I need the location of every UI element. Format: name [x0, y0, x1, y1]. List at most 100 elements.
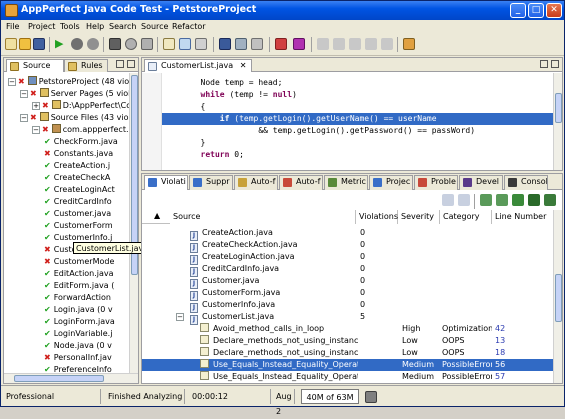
- menu-file[interactable]: File: [6, 22, 19, 31]
- tree-node[interactable]: ✔ Node.java (0 v: [44, 340, 112, 352]
- export-icon[interactable]: [480, 194, 492, 206]
- forward-icon[interactable]: [349, 38, 361, 50]
- table-row[interactable]: J CreditCardInfo.java 0: [142, 263, 553, 277]
- filter-results-icon[interactable]: [458, 194, 470, 206]
- tree-node[interactable]: ✔ EditAction.java: [44, 268, 114, 280]
- table-row[interactable]: J Customer.java 0: [142, 275, 553, 289]
- tree-node[interactable]: −✖ Source Files (43 violatio: [20, 112, 130, 124]
- refresh-icon[interactable]: [544, 194, 556, 206]
- menu-search[interactable]: Search: [109, 22, 136, 31]
- screen-icon[interactable]: [109, 38, 121, 50]
- tab-autof[interactable]: Auto-f: [279, 175, 323, 190]
- save-icon[interactable]: [33, 38, 45, 50]
- report-icon[interactable]: [275, 38, 287, 50]
- table-row[interactable]: J CreateLoginAction.java 0: [142, 251, 553, 265]
- col-violations[interactable]: Violations: [356, 210, 398, 224]
- tree-node[interactable]: −✖ com.appperfect.pe: [32, 124, 130, 136]
- tab-proble[interactable]: Proble: [414, 175, 458, 190]
- collapse-icon[interactable]: −: [20, 90, 28, 98]
- checklist-icon[interactable]: [179, 38, 191, 50]
- tree-hscrollbar[interactable]: [4, 373, 138, 383]
- results-scrollbar-thumb[interactable]: [555, 274, 562, 322]
- menu-help[interactable]: Help: [86, 22, 104, 31]
- table-row[interactable]: − J CustomerList.java 5: [142, 311, 553, 325]
- export-xml-icon[interactable]: [528, 194, 540, 206]
- monitor-icon[interactable]: [219, 38, 231, 50]
- tree-node[interactable]: ✖ Constants.java: [44, 148, 113, 160]
- tree-node[interactable]: ✔ CreateLoginAct: [44, 184, 115, 196]
- results-scrollbar[interactable]: [553, 210, 562, 383]
- tab-violati[interactable]: Violati: [144, 175, 188, 190]
- expand-icon[interactable]: +: [32, 102, 40, 110]
- edit-icon[interactable]: [163, 38, 175, 50]
- tree-node[interactable]: ✔ Customer.java: [44, 208, 111, 220]
- tab-autof[interactable]: Auto-f: [234, 175, 278, 190]
- table-row[interactable]: Declare_methods_not_using_instance_me Low…: [142, 347, 553, 359]
- tree-node[interactable]: ✔ ForwardAction: [44, 292, 111, 304]
- gem-icon[interactable]: [293, 38, 305, 50]
- export-excel-icon[interactable]: [512, 194, 524, 206]
- plugin-icon[interactable]: [403, 38, 415, 50]
- maximize-button[interactable]: □: [528, 3, 544, 18]
- tree-node[interactable]: ✔ LoginVariable.j: [44, 328, 112, 340]
- tree-node[interactable]: −✖ PetstoreProject (48 violati: [8, 76, 130, 88]
- tree-node[interactable]: ✔ LoginForm.java: [44, 316, 115, 328]
- tree-node[interactable]: −✖ Server Pages (5 violatio: [20, 88, 130, 100]
- table-row[interactable]: Use_Equals_Instead_Equality_Operator Medi…: [142, 371, 553, 383]
- tree-node[interactable]: + ✖ D:\AppPerfect\Cod: [32, 100, 130, 112]
- code-area[interactable]: Node temp = head; while (temp != null) {…: [162, 73, 554, 170]
- view-icon[interactable]: [195, 38, 207, 50]
- menu-project[interactable]: Project: [28, 22, 55, 31]
- maximize-panel-button[interactable]: [127, 60, 135, 68]
- redo-icon[interactable]: [381, 38, 393, 50]
- pin-icon[interactable]: [317, 38, 329, 50]
- minimize-button[interactable]: _: [510, 3, 526, 18]
- run-icon[interactable]: ▶: [55, 38, 67, 50]
- minimize-editor-button[interactable]: [540, 60, 548, 68]
- tab-source[interactable]: Source: [6, 59, 64, 72]
- trash-icon[interactable]: [365, 391, 377, 403]
- export-html-icon[interactable]: [496, 194, 508, 206]
- menu-tools[interactable]: Tools: [60, 22, 80, 31]
- menu-refactor[interactable]: Refactor: [172, 22, 206, 31]
- minimize-panel-button[interactable]: [116, 60, 124, 68]
- tree-node[interactable]: ✖ PersonalInf.jav: [44, 352, 112, 364]
- tab-devel[interactable]: Devel: [459, 175, 503, 190]
- tree-node[interactable]: ✔ CustomerForm: [44, 220, 113, 232]
- tree-node[interactable]: ✔ PreferenceInfo: [44, 364, 112, 373]
- analyze-icon[interactable]: [235, 38, 247, 50]
- col-category[interactable]: Category: [440, 210, 492, 224]
- table-row[interactable]: J CreateCheckAction.java 0: [142, 239, 553, 253]
- filter-icon[interactable]: [333, 38, 345, 50]
- collapse-icon[interactable]: −: [32, 126, 40, 134]
- tree-hscrollbar-thumb[interactable]: [14, 375, 104, 382]
- tree-scrollbar[interactable]: [129, 73, 138, 373]
- table-row[interactable]: Avoid_method_calls_in_loop High Optimizati…: [142, 323, 553, 335]
- collapse-icon[interactable]: [442, 194, 454, 206]
- editor-scrollbar-thumb[interactable]: [555, 93, 562, 123]
- new-icon[interactable]: [5, 38, 17, 50]
- tab-customerlist-java[interactable]: CustomerList.java ✕: [144, 59, 252, 72]
- tree-node[interactable]: ✔ CreateAction.j: [44, 160, 110, 172]
- title-bar[interactable]: AppPerfect Java Code Test - PetstoreProj…: [1, 1, 564, 20]
- tree-node[interactable]: ✖ CustomerMode: [44, 256, 114, 268]
- maximize-editor-button[interactable]: [551, 60, 559, 68]
- collapse-icon[interactable]: −: [20, 114, 28, 122]
- col-line-number[interactable]: Line Number: [492, 210, 554, 224]
- stop-icon[interactable]: [87, 38, 99, 50]
- table-row[interactable]: Use_Equals_Instead_Equality_Operator Medi…: [142, 359, 553, 371]
- collapse-icon[interactable]: −: [8, 78, 16, 86]
- editor-scrollbar[interactable]: [553, 73, 562, 170]
- tab-projec[interactable]: Projec: [369, 175, 413, 190]
- record-icon[interactable]: [125, 38, 137, 50]
- tree-node[interactable]: ✔ CreateCheckA: [44, 172, 110, 184]
- menu-source[interactable]: Source: [141, 22, 168, 31]
- tab-metric[interactable]: Metric: [324, 175, 368, 190]
- tab-consol[interactable]: Consol: [504, 175, 548, 190]
- capture-icon[interactable]: [141, 38, 153, 50]
- tab-suppr[interactable]: Suppr: [189, 175, 233, 190]
- table-row[interactable]: J CustomerInfo.java 0: [142, 299, 553, 313]
- table-row[interactable]: J CreateAction.java 0: [142, 227, 553, 241]
- pause-icon[interactable]: [71, 38, 83, 50]
- tree-node[interactable]: ✔ CreditCardInfo: [44, 196, 112, 208]
